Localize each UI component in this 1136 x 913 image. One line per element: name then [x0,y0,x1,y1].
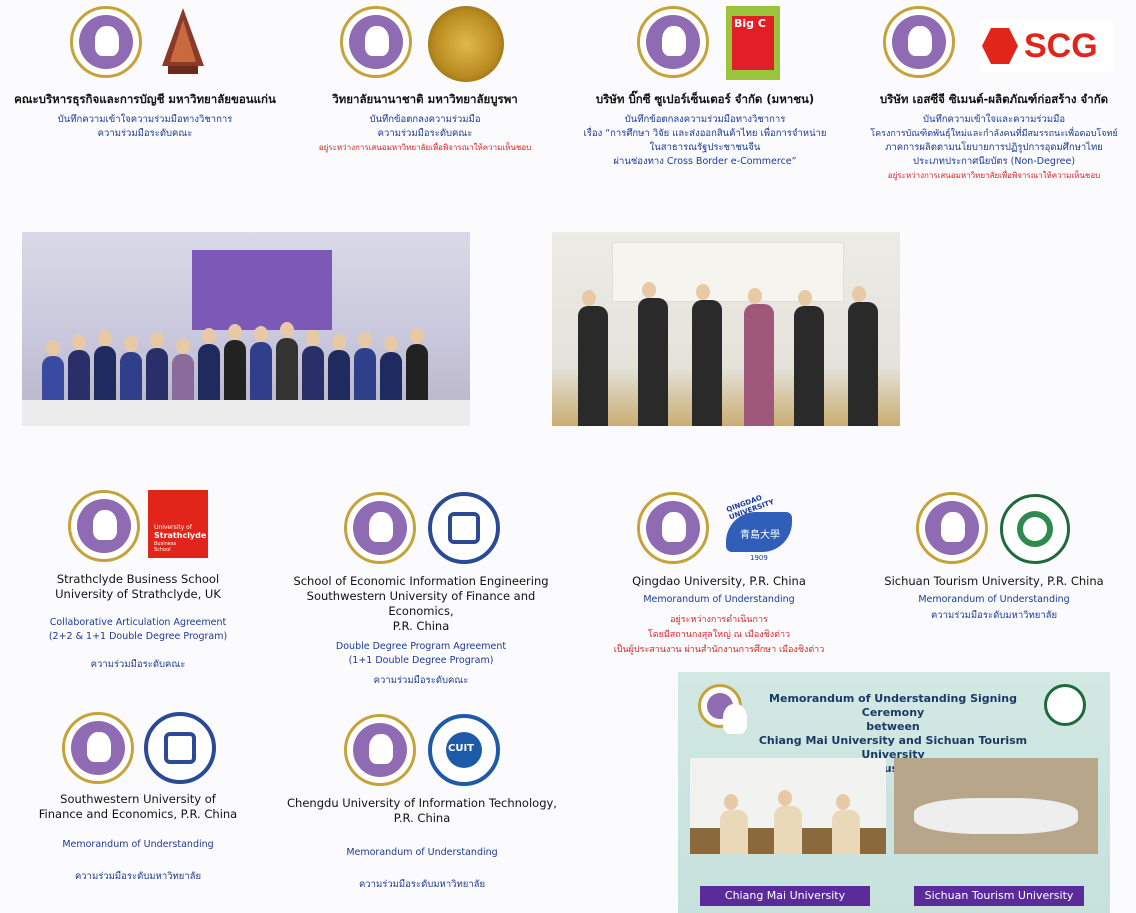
block-level: ความร่วมมือระดับคณะ [90,659,186,670]
cuit-logo-text: CUIT [448,743,475,754]
block-title: P.R. China [393,811,451,825]
bottom-block-swufe: Southwestern University of Finance and E… [0,792,276,884]
sichuan-tourism-logo [1044,684,1086,726]
strathclyde-logo-text: School [154,547,171,553]
top-block-bigc: บริษัท บิ๊กซี ซูเปอร์เซ็นเตอร์ จำกัด (มห… [560,92,850,169]
block-title: บริษัท เอสซีจี ซิเมนต์-ผลิตภัณฑ์ก่อสร้าง… [879,92,1109,106]
cmu-seal-logo [698,684,747,734]
group-photo-bigc [552,232,900,426]
block-title: Southwestern University of Finance and E… [306,589,536,618]
block-line: ภาคการผลิตตามนโยบายการปฏิรูปการอุดมศึกษา… [885,142,1103,153]
kku-logo [158,6,208,78]
block-title: วิทยาลัยนานาชาติ มหาวิทยาลัยบูรพา [332,92,518,106]
strathclyde-logo: University of Strathclyde Business Schoo… [148,490,208,558]
block-title: Chengdu University of Information Techno… [287,796,557,810]
block-line: โครงการบัณฑิตพันธุ์ใหม่และกำลังคนที่มีสม… [870,129,1118,139]
qingdao-cn-text: 青島大學 [740,530,780,541]
block-line: เรื่อง “การศึกษา วิจัย และส่งออกสินค้าไท… [583,128,827,139]
block-line: (2+2 & 1+1 Double Degree Program) [48,631,228,642]
scg-logo: SCG [980,20,1114,72]
block-line: Memorandum of Understanding [643,594,795,605]
label-chiang-mai: Chiang Mai University [700,886,870,906]
block-title: School of Economic Information Engineeri… [293,574,549,588]
cuit-logo: CUIT [428,714,500,786]
block-line: Memorandum of Understanding [62,839,214,850]
mid-block-qingdao: Qingdao University, P.R. China Memorandu… [580,574,858,658]
group-photo-kku [22,232,470,426]
swufe-logo [428,492,500,564]
ceremony-title: between [866,720,920,733]
swufe-logo [144,712,216,784]
ceremony-title: Memorandum of Understanding Signing Cere… [769,692,1017,719]
mid-block-swufe: School of Economic Information Engineeri… [276,574,566,688]
ceremony-panel: Memorandum of Understanding Signing Cere… [678,672,1110,913]
block-line: Memorandum of Understanding [918,594,1070,605]
block-line: ประเภทประกาศนียบัตร (Non-Degree) [912,156,1076,167]
block-line: ผ่านช่องทาง Cross Border e-Commerce” [613,156,797,167]
ceremony-photo-sichuan [894,758,1098,854]
block-line: บันทึกข้อตกลงความร่วมมือ [369,114,481,125]
cmu-seal-logo [70,6,142,78]
block-line: ความร่วมมือระดับคณะ [377,128,473,139]
block-level: ความร่วมมือระดับมหาวิทยาลัย [930,610,1058,621]
block-line: บันทึกความเข้าใจความร่วมมือทางวิชาการ [57,114,233,125]
mid-block-strathclyde: Strathclyde Business School University o… [0,572,276,672]
block-title: P.R. China [392,619,450,633]
burapha-logo [428,6,504,82]
bottom-block-cuit: Chengdu University of Information Techno… [284,796,560,892]
block-level: ความร่วมมือระดับคณะ [373,675,469,686]
block-title: บริษัท บิ๊กซี ซูเปอร์เซ็นเตอร์ จำกัด (มห… [595,92,815,106]
block-line: บันทึกข้อตกลงความร่วมมือทางวิชาการ [624,114,786,125]
ceremony-photo-cmu [690,758,886,854]
block-title: Strathclyde Business School [56,572,220,586]
top-block-scg: บริษัท เอสซีจี ซิเมนต์-ผลิตภัณฑ์ก่อสร้าง… [852,92,1136,182]
bigc-logo-text: Big C [734,17,766,30]
label-sichuan: Sichuan Tourism University [914,886,1084,906]
block-title: Finance and Economics, P.R. China [38,807,238,821]
block-level: ความร่วมมือระดับมหาวิทยาลัย [358,879,486,890]
block-title: Sichuan Tourism University, P.R. China [884,574,1104,588]
top-block-kku: คณะบริหารธุรกิจและการบัญชี มหาวิทยาลัยขอ… [0,92,290,141]
qingdao-year-text: 1909 [750,554,768,562]
cmu-seal-logo [344,492,416,564]
block-title: คณะบริหารธุรกิจและการบัญชี มหาวิทยาลัยขอ… [14,92,276,106]
top-block-burapha: วิทยาลัยนานาชาติ มหาวิทยาลัยบูรพา บันทึก… [290,92,560,154]
block-line: Memorandum of Understanding [346,847,498,858]
cmu-seal-logo [637,6,709,78]
block-line: ความร่วมมือระดับคณะ [97,128,193,139]
block-line: บันทึกความเข้าใจและความร่วมมือ [922,114,1066,125]
block-line: ในสาธารณรัฐประชาชนจีน [649,142,761,153]
cmu-seal-logo [344,714,416,786]
qingdao-logo: QINGDAO UNIVERSITY 青島大學 1909 [722,490,796,566]
scg-hexagon-icon [982,28,1018,64]
block-title: University of Strathclyde, UK [55,587,221,601]
mid-block-sichuan-tourism: Sichuan Tourism University, P.R. China M… [864,574,1124,623]
block-line: (1+1 Double Degree Program) [348,655,494,666]
strathclyde-logo-text: University of [154,524,192,531]
block-level: ความร่วมมือระดับมหาวิทยาลัย [74,871,202,882]
scg-logo-text: SCG [1024,27,1098,65]
strathclyde-logo-text: Strathclyde [154,531,207,540]
sichuan-tourism-logo [1000,494,1070,564]
block-line: Double Degree Program Agreement [335,641,507,652]
block-line: Collaborative Articulation Agreement [49,617,227,628]
block-title: Southwestern University of [60,792,216,806]
bigc-logo: Big C [726,6,780,80]
cmu-seal-logo [68,490,140,562]
cmu-seal-logo [916,492,988,564]
block-note: เป็นผู้ประสานงาน ผ่านสำนักงานการศึกษา เม… [613,645,825,655]
cmu-seal-logo [883,6,955,78]
block-note: อยู่ระหว่างการเสนอมหาวิทยาลัยเพื่อพิจารณ… [318,143,532,152]
cmu-seal-logo [637,492,709,564]
block-note: อยู่ระหว่างการเสนอมหาวิทยาลัยเพื่อพิจารณ… [887,171,1101,180]
cmu-seal-logo [62,712,134,784]
cmu-seal-logo [340,6,412,78]
block-title: Qingdao University, P.R. China [632,574,806,588]
block-note: อยู่ระหว่างการดำเนินการ [670,615,768,625]
block-note: โดยมีสถานกงสุลใหญ่ ณ เมืองชิงต่าว [647,630,791,640]
